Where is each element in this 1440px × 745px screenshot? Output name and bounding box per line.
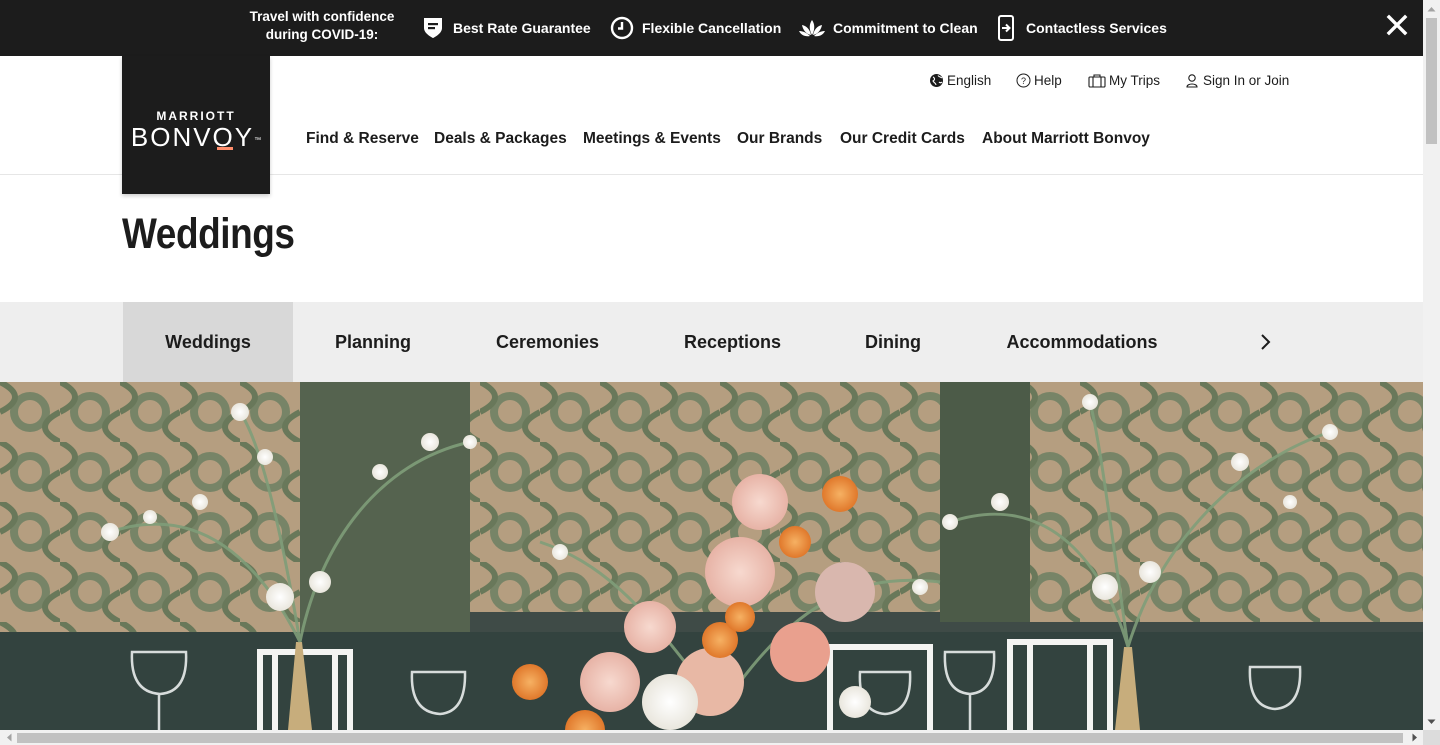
utility-label: My Trips bbox=[1109, 72, 1161, 88]
banner-item-commitment-to-clean[interactable]: Commitment to Clean bbox=[799, 0, 978, 56]
horizontal-scroll-thumb[interactable] bbox=[17, 733, 1403, 743]
nav-deals-packages[interactable]: Deals & Packages bbox=[434, 130, 567, 148]
nav-meetings-events[interactable]: Meetings & Events bbox=[583, 130, 721, 148]
hero-illustration bbox=[0, 382, 1423, 730]
tab-ceremonies[interactable]: Ceremonies bbox=[453, 302, 642, 382]
utility-language[interactable]: English bbox=[928, 70, 991, 90]
marriott-bonvoy-logo[interactable]: MARRIOTT BONVOY™ bbox=[122, 56, 270, 194]
banner-item-label: Commitment to Clean bbox=[833, 20, 978, 36]
chevron-right-icon[interactable] bbox=[1250, 327, 1280, 357]
scroll-up-arrow-icon[interactable] bbox=[1423, 0, 1440, 17]
nav-our-brands[interactable]: Our Brands bbox=[737, 130, 822, 148]
clock-icon bbox=[610, 16, 634, 40]
tab-accommodations[interactable]: Accommodations bbox=[963, 302, 1201, 382]
tab-weddings[interactable]: Weddings bbox=[123, 302, 293, 382]
logo-bottom-text: BONVOY bbox=[130, 122, 255, 152]
banner-item-best-rate[interactable]: Best Rate Guarantee bbox=[421, 0, 591, 56]
utility-label: English bbox=[947, 72, 992, 88]
banner-item-label: Contactless Services bbox=[1026, 20, 1167, 36]
help-icon: ? bbox=[1015, 72, 1031, 88]
tab-planning[interactable]: Planning bbox=[293, 302, 453, 382]
svg-text:?: ? bbox=[1020, 76, 1025, 86]
covid-banner: Travel with confidence during COVID-19: … bbox=[0, 0, 1423, 56]
vertical-scrollbar[interactable] bbox=[1423, 0, 1440, 730]
shield-icon bbox=[421, 16, 445, 40]
scrollbar-corner bbox=[1423, 730, 1440, 745]
logo-top-text: MARRIOTT bbox=[156, 109, 236, 123]
utility-help[interactable]: ? Help bbox=[1015, 70, 1062, 90]
globe-icon bbox=[928, 72, 944, 88]
close-icon[interactable] bbox=[1382, 10, 1412, 40]
banner-item-contactless-services[interactable]: Contactless Services bbox=[994, 0, 1167, 56]
user-icon bbox=[1184, 72, 1200, 88]
banner-item-flexible-cancellation[interactable]: Flexible Cancellation bbox=[610, 0, 781, 56]
nav-about-marriott-bonvoy[interactable]: About Marriott Bonvoy bbox=[982, 130, 1150, 148]
scroll-right-arrow-icon[interactable] bbox=[1406, 730, 1423, 745]
tab-dining[interactable]: Dining bbox=[823, 302, 963, 382]
nav-our-credit-cards[interactable]: Our Credit Cards bbox=[840, 130, 965, 148]
tab-receptions[interactable]: Receptions bbox=[642, 302, 823, 382]
suitcase-icon bbox=[1087, 72, 1106, 88]
scroll-left-arrow-icon[interactable] bbox=[0, 730, 17, 745]
page-title: Weddings bbox=[122, 210, 295, 258]
utility-my-trips[interactable]: My Trips bbox=[1087, 70, 1160, 90]
logo-bottom-wrap: BONVOY™ bbox=[131, 123, 261, 151]
banner-item-label: Best Rate Guarantee bbox=[453, 20, 591, 36]
utility-sign-in[interactable]: Sign In or Join bbox=[1184, 70, 1289, 90]
horizontal-scrollbar[interactable] bbox=[0, 730, 1423, 745]
nav-find-reserve[interactable]: Find & Reserve bbox=[306, 130, 419, 148]
phone-entry-icon bbox=[994, 15, 1018, 41]
logo-trademark: ™ bbox=[254, 137, 262, 144]
utility-label: Help bbox=[1034, 72, 1062, 88]
banner-lead-text: Travel with confidence during COVID-19: bbox=[249, 9, 395, 42]
banner-item-label: Flexible Cancellation bbox=[642, 20, 782, 36]
hero-image-wedding-table-flowers bbox=[0, 382, 1423, 730]
logo-accent-dash bbox=[216, 147, 233, 150]
lotus-icon bbox=[799, 16, 825, 40]
utility-label: Sign In or Join bbox=[1203, 72, 1290, 88]
scroll-down-arrow-icon[interactable] bbox=[1423, 713, 1440, 730]
tab-bar: Weddings Planning Ceremonies Receptions … bbox=[0, 302, 1423, 382]
vertical-scroll-thumb[interactable] bbox=[1426, 18, 1437, 144]
